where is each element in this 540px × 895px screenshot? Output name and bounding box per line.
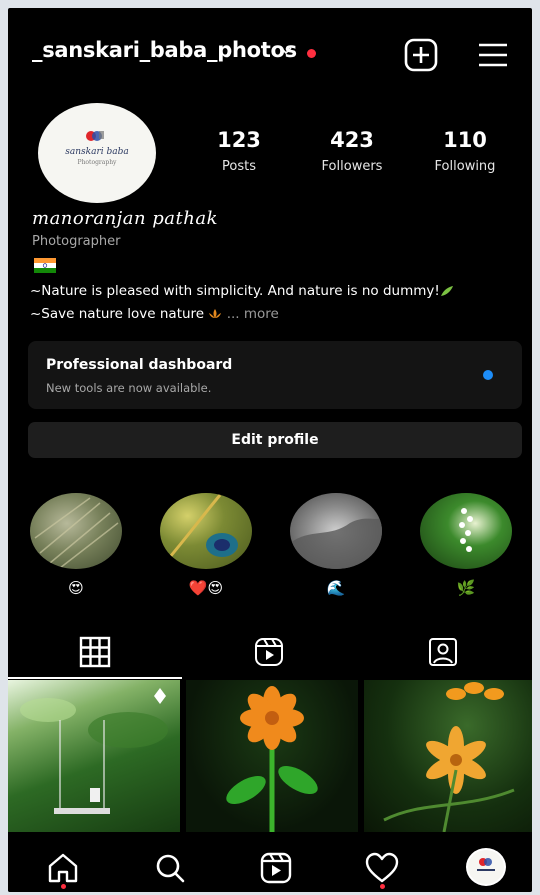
lotus-icon (209, 309, 222, 318)
professional-dashboard-card[interactable]: Professional dashboard New tools are now… (28, 341, 522, 409)
reels-icon[interactable] (256, 850, 296, 886)
full-name: manoranjan pathak (32, 208, 219, 229)
bio-line-1: ~Nature is pleased with simplicity. And … (30, 283, 454, 299)
post-thumbnail-1[interactable] (8, 680, 180, 832)
orange-flower-photo (226, 686, 318, 832)
new-indicator-dot (483, 370, 493, 380)
grid-icon (79, 636, 111, 668)
posts-count: 123 (217, 128, 261, 152)
highlight-label-1: 😍 (68, 579, 84, 597)
logo-icon (86, 131, 104, 141)
create-post-icon[interactable] (402, 36, 440, 74)
post-thumbnail-3[interactable] (364, 680, 532, 832)
white-flower-photo (459, 508, 473, 552)
home-notification-dot (61, 884, 66, 889)
category-label: Photographer (32, 234, 121, 249)
yellow-flowers-photo (383, 682, 515, 832)
dashboard-title: Professional dashboard (46, 357, 233, 373)
bio-more-link[interactable]: ... more (227, 306, 279, 322)
followers-label: Followers (321, 159, 383, 174)
avatar-logo-subtitle: Photography (77, 159, 117, 166)
notification-dot (307, 49, 316, 58)
bio-line-2-text: ~Save nature love nature (30, 306, 205, 322)
following-label: Following (434, 159, 496, 174)
followers-count: 423 (330, 128, 374, 152)
profile-avatar[interactable]: sanskari baba Photography (38, 103, 156, 203)
story-highlight-3[interactable] (290, 493, 382, 569)
herb-icon (440, 286, 453, 296)
tab-posts-grid[interactable] (8, 628, 182, 680)
edit-profile-button[interactable]: Edit profile (28, 422, 522, 458)
hamburger-menu-icon[interactable] (474, 36, 512, 74)
bio-line-1-text: ~Nature is pleased with simplicity. And … (30, 283, 440, 299)
profile-avatar-nav[interactable] (466, 848, 506, 886)
highlight-label-4: 🌿 (456, 579, 476, 597)
dashboard-subtitle: New tools are now available. (46, 381, 212, 395)
bottom-navigation (8, 838, 532, 892)
tab-reels[interactable] (182, 628, 356, 680)
username[interactable]: _sanskari_baba_photos (32, 38, 297, 62)
posts-stat[interactable]: 123 Posts (184, 128, 294, 174)
instagram-profile-screen: _sanskari_baba_photos sanskari baba Phot… (8, 8, 532, 892)
posts-label: Posts (222, 159, 256, 174)
followers-stat[interactable]: 423 Followers (297, 128, 407, 174)
reels-icon (255, 638, 283, 666)
top-bar: _sanskari_baba_photos (8, 8, 532, 98)
avatar-logo-text: sanskari baba (65, 147, 129, 157)
peacock-feather-photo (163, 494, 238, 564)
highlight-label-2: ❤️😍 (188, 579, 224, 597)
tagged-icon (429, 638, 457, 666)
following-stat[interactable]: 110 Following (410, 128, 520, 174)
following-count: 110 (443, 128, 487, 152)
search-icon[interactable] (150, 850, 190, 886)
grass-photo (34, 497, 119, 569)
active-tab-indicator (8, 677, 182, 679)
story-highlight-4[interactable] (420, 493, 512, 569)
home-icon[interactable] (43, 850, 83, 886)
story-highlight-1[interactable] (30, 493, 122, 569)
story-highlight-2[interactable] (160, 493, 252, 569)
logo-icon (477, 858, 495, 871)
activity-notification-dot (380, 884, 385, 889)
swing-photo (20, 688, 168, 814)
bio-line-2: ~Save nature love nature ... more (30, 306, 279, 322)
highlight-label-3: 🌊 (326, 579, 346, 597)
tab-tagged[interactable] (356, 628, 530, 680)
india-flag-icon (34, 258, 56, 273)
rocks-photo (290, 518, 382, 569)
heart-icon[interactable] (362, 850, 402, 886)
post-thumbnail-2[interactable] (186, 680, 358, 832)
chevron-down-icon[interactable] (278, 42, 294, 58)
